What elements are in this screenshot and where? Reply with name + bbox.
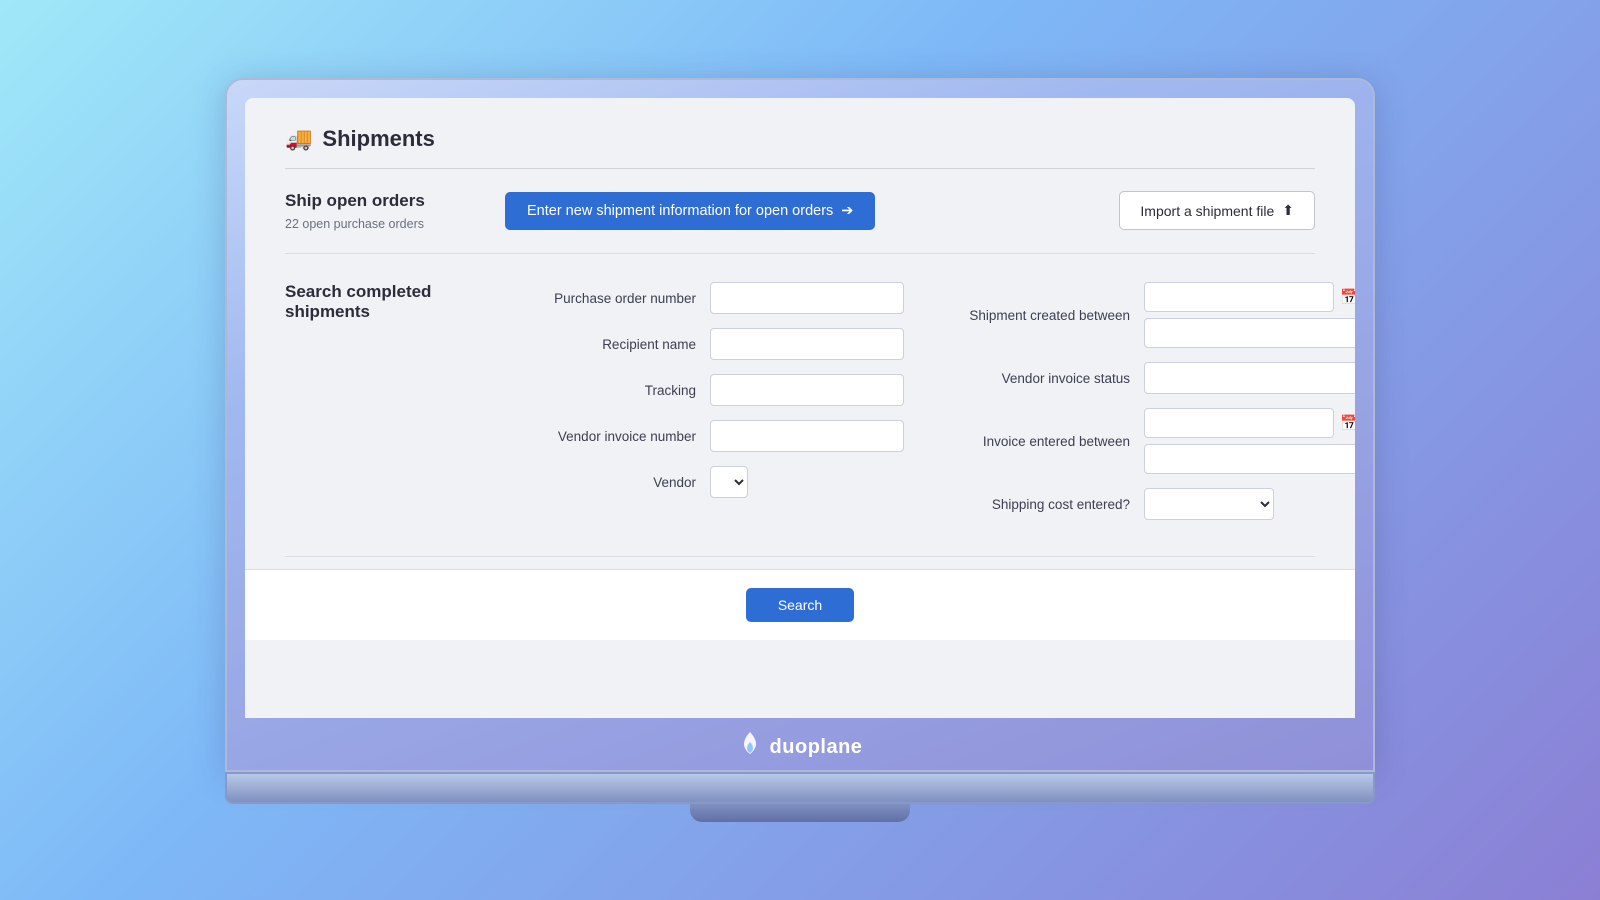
page-title: 🚚 Shipments <box>285 126 435 152</box>
invoice-entered-to-input[interactable] <box>1144 444 1355 474</box>
ship-section-body: Enter new shipment information for open … <box>505 191 1315 230</box>
vendor-row: Vendor <box>525 466 904 498</box>
invoice-entered-from-input[interactable] <box>1144 408 1334 438</box>
calendar-icon-from[interactable]: 📅 <box>1340 288 1355 306</box>
enter-shipment-button[interactable]: Enter new shipment information for open … <box>505 192 875 230</box>
vendor-select[interactable] <box>710 466 748 498</box>
left-form-col: Purchase order number Recipient name <box>505 282 924 534</box>
vendor-invoice-number-row: Vendor invoice number <box>525 420 904 452</box>
truck-icon: 🚚 <box>285 126 312 152</box>
shipping-cost-entered-row: Shipping cost entered? <box>944 488 1355 520</box>
arrow-icon: ➔ <box>841 203 853 219</box>
shipment-created-between-label: Shipment created between <box>944 308 1144 323</box>
ship-section-title: Ship open orders <box>285 191 481 211</box>
tracking-input[interactable] <box>710 374 904 406</box>
ship-open-orders-section: Ship open orders 22 open purchase orders… <box>285 191 1315 254</box>
section-label-ship: Ship open orders 22 open purchase orders <box>285 191 505 231</box>
shipment-created-from-input[interactable] <box>1144 282 1334 312</box>
duoplane-logo-icon <box>738 730 762 764</box>
recipient-name-row: Recipient name <box>525 328 904 360</box>
right-form-col: Shipment created between 📅 and <box>924 282 1355 534</box>
shipping-cost-entered-label: Shipping cost entered? <box>944 497 1144 512</box>
invoice-entered-between-label: Invoice entered between <box>944 434 1144 449</box>
shipment-created-date-group: 📅 and 📅 <box>1144 282 1355 348</box>
search-form: Purchase order number Recipient name <box>505 282 1355 534</box>
vendor-select-wrapper <box>710 466 904 498</box>
shipment-created-to-input[interactable] <box>1144 318 1355 348</box>
purchase-order-number-input[interactable] <box>710 282 904 314</box>
search-completed-section: Search completed shipments Purchase orde… <box>285 282 1315 557</box>
form-grid: Purchase order number Recipient name <box>505 282 1355 534</box>
search-button[interactable]: Search <box>746 588 854 622</box>
invoice-entered-date-from-row: 📅 and <box>1144 408 1355 438</box>
search-section-title: Search completed shipments <box>285 282 481 322</box>
recipient-name-input[interactable] <box>710 328 904 360</box>
invoice-entered-between-row: Invoice entered between 📅 and <box>944 408 1355 474</box>
calendar-icon-invoice-from[interactable]: 📅 <box>1340 414 1355 432</box>
laptop-base <box>225 772 1375 804</box>
brand-name: duoplane <box>770 736 863 759</box>
open-purchase-orders-count: 22 open purchase orders <box>285 217 481 231</box>
tracking-label: Tracking <box>525 383 710 398</box>
import-shipment-button[interactable]: Import a shipment file ⬆ <box>1119 191 1315 230</box>
vendor-invoice-number-input[interactable] <box>710 420 904 452</box>
purchase-order-number-row: Purchase order number <box>525 282 904 314</box>
laptop-stand <box>690 804 910 822</box>
upload-icon: ⬆ <box>1282 202 1294 219</box>
shipment-created-between-row: Shipment created between 📅 and <box>944 282 1355 348</box>
shipping-cost-entered-select[interactable] <box>1144 488 1274 520</box>
vendor-invoice-status-select[interactable] <box>1144 362 1355 394</box>
vendor-invoice-number-label: Vendor invoice number <box>525 429 710 444</box>
vendor-invoice-status-label: Vendor invoice status <box>944 371 1144 386</box>
invoice-entered-date-group: 📅 and 📅 <box>1144 408 1355 474</box>
shipment-created-date-to-row: 📅 <box>1144 318 1355 348</box>
vendor-label: Vendor <box>525 475 710 490</box>
invoice-entered-date-to-row: 📅 <box>1144 444 1355 474</box>
vendor-invoice-status-row: Vendor invoice status <box>944 362 1355 394</box>
duoplane-footer: duoplane <box>245 718 1355 770</box>
recipient-name-label: Recipient name <box>525 337 710 352</box>
purchase-order-number-label: Purchase order number <box>525 291 710 306</box>
search-footer: Search <box>245 569 1355 640</box>
tracking-row: Tracking <box>525 374 904 406</box>
shipment-created-date-from-row: 📅 and <box>1144 282 1355 312</box>
section-label-search: Search completed shipments <box>285 282 505 328</box>
